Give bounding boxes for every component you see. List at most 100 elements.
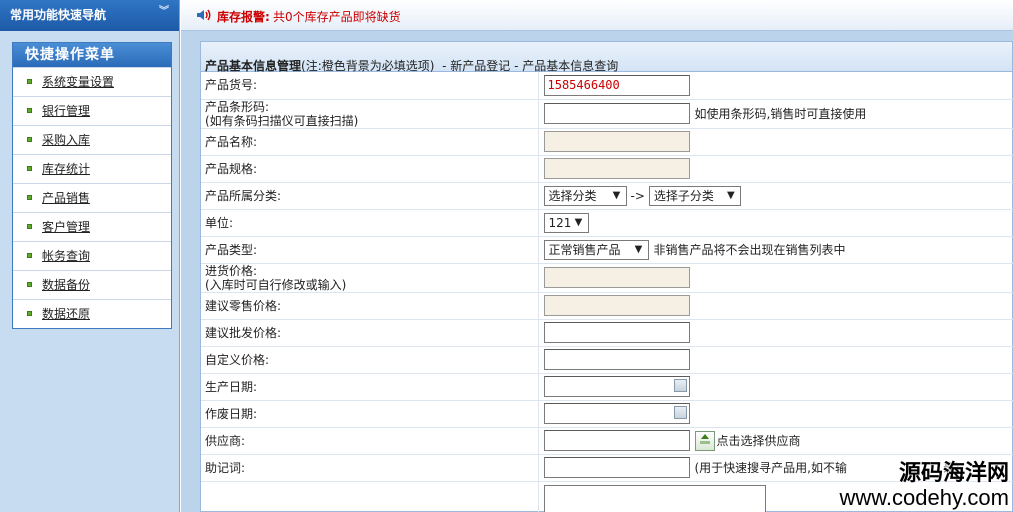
menu-item-label[interactable]: 产品销售 bbox=[42, 191, 90, 205]
field-label: 产品条形码: bbox=[205, 99, 270, 114]
field-label: 产品规格: bbox=[201, 155, 539, 183]
form-row-type: 产品类型: 正常销售产品 ▼ 非销售产品将不会出现在销售列表中 bbox=[201, 236, 1013, 264]
retail-price-input[interactable] bbox=[543, 295, 690, 316]
wholesale-price-input[interactable] bbox=[543, 322, 690, 343]
product-type-select[interactable]: 正常销售产品 ▼ bbox=[543, 239, 649, 260]
form-row-supplier: 供应商: 点击选择供应商 bbox=[201, 427, 1013, 455]
menu-item-backup[interactable]: 数据备份 bbox=[13, 270, 171, 299]
form-row-category: 产品所属分类: 选择分类 ▼ -> 选择子分类 ▼ bbox=[201, 182, 1013, 210]
menu-item-accounts[interactable]: 帐务查询 bbox=[13, 241, 171, 270]
subcategory-select[interactable]: 选择子分类 ▼ bbox=[648, 185, 741, 206]
form-row-prod-date: 生产日期: bbox=[201, 373, 1013, 401]
production-date-input[interactable] bbox=[543, 376, 690, 397]
product-type-select-value: 正常销售产品 bbox=[548, 242, 621, 257]
field-label: 作废日期: bbox=[201, 400, 539, 428]
collapse-chevron-icon[interactable]: ︾ bbox=[157, 7, 171, 22]
field-sublabel: (入库时可自行修改或输入) bbox=[205, 277, 347, 292]
chevron-down-icon: ▼ bbox=[574, 216, 583, 228]
menu-item-label[interactable]: 系统变量设置 bbox=[42, 75, 114, 89]
form-row-custom-price: 自定义价格: bbox=[201, 346, 1013, 374]
chevron-down-icon: ▼ bbox=[612, 189, 621, 201]
menu-item-label[interactable]: 客户管理 bbox=[42, 220, 90, 234]
bullet-icon bbox=[27, 311, 32, 316]
new-product-link[interactable]: - 新产品登记 bbox=[442, 59, 510, 73]
watermark-line1: 源码海洋网 bbox=[898, 460, 1009, 485]
bullet-icon bbox=[27, 108, 32, 113]
bullet-icon bbox=[27, 195, 32, 200]
subcategory-select-value: 选择子分类 bbox=[653, 188, 714, 203]
field-label: 生产日期: bbox=[201, 373, 539, 401]
select-arrow-icon bbox=[699, 433, 710, 444]
quick-menu-title: 快捷操作菜单 bbox=[13, 43, 171, 67]
chevron-down-icon: ▼ bbox=[727, 189, 735, 201]
expire-date-input[interactable] bbox=[543, 403, 690, 424]
alert-label: 库存报警: bbox=[217, 10, 270, 24]
form-row-name: 产品名称: bbox=[201, 128, 1013, 156]
product-spec-input[interactable] bbox=[543, 158, 690, 179]
bullet-icon bbox=[27, 224, 32, 229]
field-label: 产品类型: bbox=[201, 236, 539, 264]
chevron-down-icon: ▼ bbox=[634, 243, 643, 255]
unit-select-value: 121 bbox=[548, 215, 572, 230]
form-row-purchase-price: 进货价格: (入库时可自行修改或输入) bbox=[201, 263, 1013, 293]
alert-bar: 库存报警: 共0个库存产品即将缺货 bbox=[181, 0, 1013, 31]
supplier-input[interactable] bbox=[543, 430, 690, 451]
calendar-icon[interactable] bbox=[673, 406, 687, 419]
select-supplier-button[interactable] bbox=[694, 430, 715, 451]
product-type-hint: 非销售产品将不会出现在销售列表中 bbox=[653, 243, 846, 257]
quick-menu: 快捷操作菜单 系统变量设置 银行管理 采购入库 库存统计 产品销售 客户管理 帐… bbox=[12, 42, 172, 329]
menu-item-bank[interactable]: 银行管理 bbox=[13, 96, 171, 125]
menu-item-label[interactable]: 帐务查询 bbox=[42, 249, 90, 263]
alert-text[interactable]: 共0个库存产品即将缺货 bbox=[273, 8, 401, 25]
mnemonic-input[interactable] bbox=[543, 457, 690, 478]
form-row-expire-date: 作废日期: bbox=[201, 400, 1013, 428]
menu-item-customers[interactable]: 客户管理 bbox=[13, 212, 171, 241]
field-sublabel: (如有条码扫描仪可直接扫描) bbox=[205, 113, 359, 128]
menu-item-label[interactable]: 数据还原 bbox=[42, 307, 90, 321]
panel-header: 产品基本信息管理(注:橙色背景为必填选项) - 新产品登记 - 产品基本信息查询 bbox=[201, 42, 1012, 73]
unit-select[interactable]: 121 ▼ bbox=[543, 212, 589, 233]
panel-note: (注:橙色背景为必填选项) bbox=[301, 59, 435, 73]
menu-item-system-vars[interactable]: 系统变量设置 bbox=[13, 67, 171, 96]
field-label: 进货价格: bbox=[205, 263, 258, 278]
product-no-input[interactable]: 1585466400 bbox=[543, 74, 690, 96]
watermark-line2: www.codehy.com bbox=[839, 485, 1009, 510]
calendar-icon[interactable] bbox=[673, 379, 687, 392]
bullet-icon bbox=[27, 137, 32, 142]
barcode-input[interactable] bbox=[543, 103, 690, 124]
form-row-wholesale-price: 建议批发价格: bbox=[201, 319, 1013, 347]
category-select[interactable]: 选择分类 ▼ bbox=[543, 185, 627, 206]
field-label: 助记词: bbox=[201, 454, 539, 482]
mnemonic-hint: (用于快速搜寻产品用,如不输 bbox=[694, 461, 848, 475]
notes-textarea[interactable] bbox=[543, 485, 766, 512]
menu-item-label[interactable]: 库存统计 bbox=[42, 162, 90, 176]
form-row-product-no: 产品货号: 1585466400 bbox=[201, 72, 1013, 100]
alert-speaker-icon bbox=[197, 9, 211, 21]
menu-item-sales[interactable]: 产品销售 bbox=[13, 183, 171, 212]
product-form-panel: 产品基本信息管理(注:橙色背景为必填选项) - 新产品登记 - 产品基本信息查询… bbox=[200, 41, 1013, 512]
product-name-input[interactable] bbox=[543, 131, 690, 152]
menu-item-label[interactable]: 采购入库 bbox=[42, 133, 90, 147]
custom-price-input[interactable] bbox=[543, 349, 690, 370]
menu-item-purchase[interactable]: 采购入库 bbox=[13, 125, 171, 154]
menu-item-label[interactable]: 银行管理 bbox=[42, 104, 90, 118]
field-label: 供应商: bbox=[201, 427, 539, 455]
field-label: 建议零售价格: bbox=[201, 292, 539, 320]
main-area: 产品基本信息管理(注:橙色背景为必填选项) - 新产品登记 - 产品基本信息查询… bbox=[181, 31, 1013, 512]
barcode-hint: 如使用条形码,销售时可直接使用 bbox=[694, 107, 867, 121]
menu-item-inventory[interactable]: 库存统计 bbox=[13, 154, 171, 183]
bullet-icon bbox=[27, 166, 32, 171]
menu-item-restore[interactable]: 数据还原 bbox=[13, 299, 171, 328]
form-row-spec: 产品规格: bbox=[201, 155, 1013, 183]
field-label: 产品名称: bbox=[201, 128, 539, 156]
category-arrow: -> bbox=[630, 188, 645, 203]
purchase-price-input[interactable] bbox=[543, 267, 690, 288]
menu-item-label[interactable]: 数据备份 bbox=[42, 278, 90, 292]
supplier-hint[interactable]: 点击选择供应商 bbox=[717, 432, 801, 449]
panel-title: 产品基本信息管理 bbox=[205, 59, 302, 73]
sidebar-header: 常用功能快速导航 ︾ bbox=[0, 0, 179, 31]
sidebar-header-title: 常用功能快速导航 bbox=[10, 8, 107, 22]
product-query-link[interactable]: - 产品基本信息查询 bbox=[514, 59, 618, 73]
field-label: 建议批发价格: bbox=[201, 319, 539, 347]
form-row-retail-price: 建议零售价格: bbox=[201, 292, 1013, 320]
